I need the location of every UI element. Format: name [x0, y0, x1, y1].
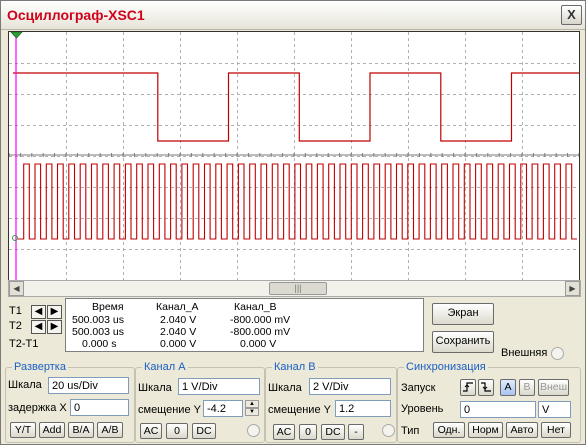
t1-left-arrow-icon[interactable]: ◀ — [31, 305, 46, 319]
mode-ab-button[interactable]: A/B — [97, 422, 123, 438]
measurement-table: Время Канал_A Канал_B 500.003 us 2.040 V… — [65, 298, 424, 352]
trigger-type-label: Тип — [401, 425, 420, 437]
scroll-thumb[interactable]: ||| — [269, 282, 327, 295]
trigger-level-label: Уровень — [401, 403, 444, 415]
timebase-delay-label: задержка X — [8, 402, 67, 414]
diff-time: 0.000 s — [82, 338, 117, 350]
oscilloscope-window: Осциллограф-XSC1 X ◀ ||| ▶ T1 ◀ ▶ T2 ◀ ▶… — [0, 0, 586, 445]
channel-a-scale-input[interactable]: 1 V/Div — [178, 378, 260, 395]
cursor-diff-label: T2-T1 — [9, 338, 39, 350]
save-button[interactable]: Сохранить — [432, 331, 494, 353]
header-time: Время — [92, 301, 124, 313]
t2-right-arrow-icon[interactable]: ▶ — [47, 320, 62, 334]
trigger-legend: Синхронизация — [406, 361, 486, 373]
trigger-auto-button[interactable]: Авто — [506, 422, 538, 438]
timebase-scale-input[interactable]: 20 us/Div — [48, 377, 129, 394]
channel-b-trace — [18, 163, 577, 240]
scope-display — [9, 32, 579, 280]
trigger-source-ext-button[interactable]: Внеш — [538, 379, 569, 396]
scroll-left-icon[interactable]: ◀ — [9, 281, 24, 296]
external-radio[interactable] — [551, 347, 564, 360]
spin-up-icon[interactable]: ▲ — [245, 400, 259, 408]
mode-yt-button[interactable]: Y/T — [10, 422, 36, 438]
scroll-right-icon[interactable]: ▶ — [565, 281, 580, 296]
trigger-level-unit[interactable]: V — [538, 401, 571, 418]
channel-a-scale-label: Шкала — [138, 382, 172, 394]
channel-b-ac-button[interactable]: AC — [273, 424, 295, 440]
diff-channel-b: 0.000 V — [240, 338, 277, 350]
trigger-source-b-button[interactable]: B — [519, 379, 535, 396]
t1-time: 500.003 us — [72, 314, 124, 326]
channel-b-dc-button[interactable]: DC — [321, 424, 345, 440]
trigger-none-button[interactable]: Нет — [541, 422, 571, 438]
channel-b-scale-input[interactable]: 2 V/Div — [309, 378, 391, 395]
channel-b-scale-label: Шкала — [268, 382, 302, 394]
trigger-edge-label: Запуск — [401, 382, 436, 394]
channel-b-invert-button[interactable]: - — [348, 424, 364, 440]
t1-right-arrow-icon[interactable]: ▶ — [47, 305, 62, 319]
trigger-normal-button[interactable]: Норм — [468, 422, 503, 438]
scope-screen — [8, 31, 580, 281]
channel-a-ac-button[interactable]: AC — [140, 423, 162, 439]
close-button[interactable]: X — [561, 5, 582, 25]
t1-channel-b: -800.000 mV — [230, 314, 291, 326]
title-bar: Осциллограф-XSC1 X — [1, 1, 585, 30]
falling-edge-icon[interactable] — [478, 379, 494, 396]
channel-b-offset-label: смещение Y — [268, 404, 331, 416]
spin-down-icon[interactable]: ▼ — [245, 408, 259, 416]
header-channel-b: Канал_B — [234, 301, 277, 313]
t2-channel-a: 2.040 V — [160, 326, 197, 338]
channel-b-terminal-radio[interactable] — [382, 424, 395, 437]
channel-a-trace — [13, 72, 579, 142]
t2-channel-b: -800.000 mV — [230, 326, 291, 338]
window-title: Осциллограф-XSC1 — [7, 7, 145, 23]
trigger-source-a-button[interactable]: A — [500, 379, 516, 396]
external-label: Внешняя — [501, 347, 548, 359]
timebase-delay-input[interactable]: 0 — [70, 399, 129, 416]
channel-b-offset-input[interactable]: 1.2 — [335, 400, 391, 417]
trigger-level-marker-icon — [12, 235, 18, 241]
channel-a-zero-button[interactable]: 0 — [166, 423, 188, 439]
channel-b-zero-button[interactable]: 0 — [299, 424, 317, 440]
cursor-t1-marker-icon — [10, 32, 23, 39]
trigger-single-button[interactable]: Одн. — [433, 422, 465, 438]
channel-a-offset-stepper[interactable]: ▲ ▼ — [245, 400, 259, 417]
screen-button[interactable]: Экран — [432, 303, 494, 325]
channel-a-offset-label: смещение Y — [138, 404, 201, 416]
cursor-t2-label: T2 — [9, 320, 22, 332]
mode-ba-button[interactable]: B/A — [68, 422, 94, 438]
channel-b-legend: Канал B — [274, 361, 316, 373]
rising-edge-icon[interactable] — [460, 379, 476, 396]
channel-a-terminal-radio[interactable] — [247, 424, 260, 437]
channel-a-dc-button[interactable]: DC — [192, 423, 216, 439]
diff-channel-a: 0.000 V — [160, 338, 197, 350]
t1-channel-a: 2.040 V — [160, 314, 197, 326]
trigger-level-input[interactable]: 0 — [460, 401, 536, 418]
header-channel-a: Канал_A — [156, 301, 199, 313]
channel-a-offset-input[interactable]: -4.2 — [203, 400, 243, 417]
t2-time: 500.003 us — [72, 326, 124, 338]
timebase-legend: Развертка — [14, 361, 66, 373]
timebase-scale-label: Шкала — [8, 379, 42, 391]
t2-left-arrow-icon[interactable]: ◀ — [31, 320, 46, 334]
mode-add-button[interactable]: Add — [39, 422, 65, 438]
cursor-t1-label: T1 — [9, 305, 22, 317]
horizontal-scrollbar[interactable]: ◀ ||| ▶ — [8, 280, 581, 297]
channel-a-legend: Канал A — [144, 361, 186, 373]
scope-grid — [9, 32, 579, 280]
